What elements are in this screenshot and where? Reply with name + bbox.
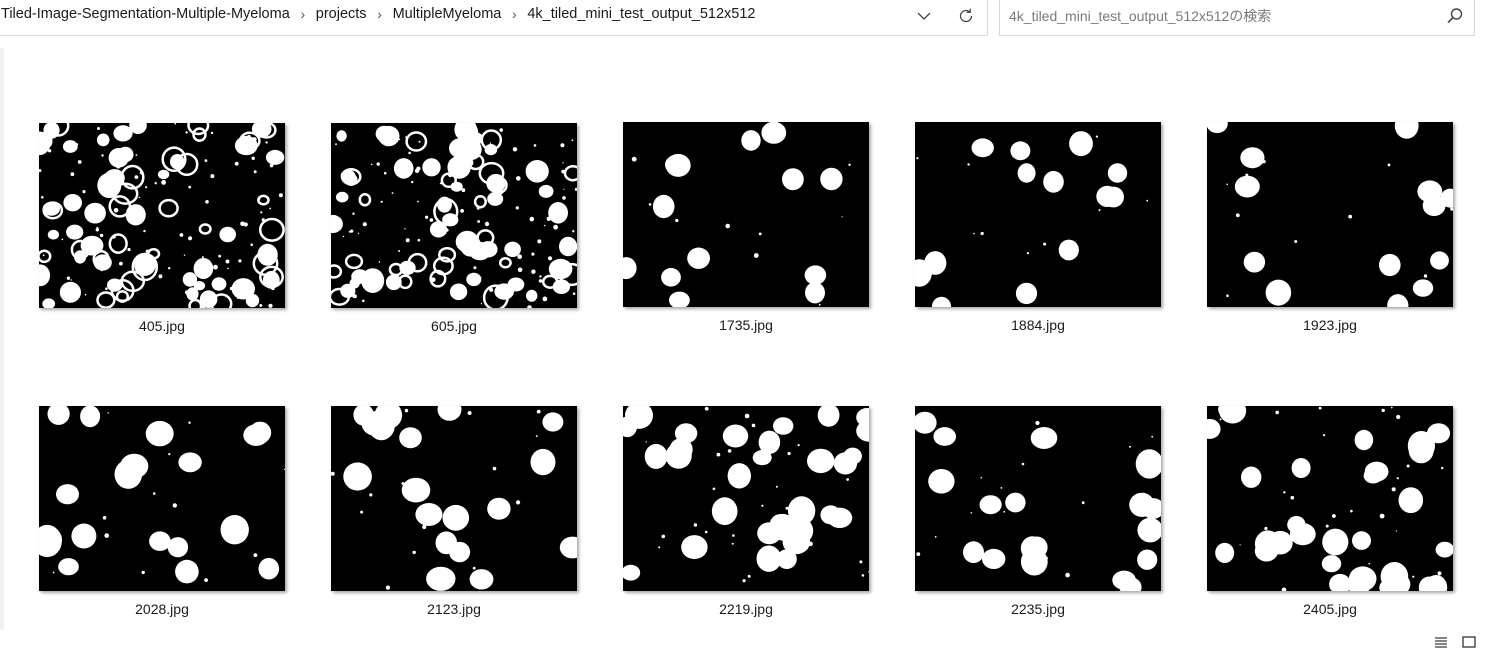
file-name-label: 2123.jpg (427, 601, 481, 617)
file-name-label: 1923.jpg (1303, 317, 1357, 333)
search-box[interactable]: 4k_tiled_mini_test_output_512x512の検索 (999, 0, 1475, 36)
thumbnail-image (331, 406, 577, 591)
file-item[interactable]: 1884.jpg (915, 122, 1161, 344)
large-icons-view-icon[interactable] (1461, 634, 1477, 650)
breadcrumb-chevron-icon[interactable]: › (503, 6, 525, 22)
address-history-dropdown-button[interactable] (903, 1, 945, 31)
address-bar[interactable]: Tiled-Image-Segmentation-Multiple-Myelom… (0, 0, 988, 36)
file-name-label: 2235.jpg (1011, 601, 1065, 617)
file-item[interactable]: 1923.jpg (1207, 122, 1453, 344)
breadcrumb-item-multiplemyeloma[interactable]: MultipleMyeloma (391, 6, 504, 22)
file-item[interactable]: 605.jpg (331, 123, 577, 345)
thumbnail-image (915, 122, 1161, 307)
breadcrumb-chevron-icon[interactable]: › (292, 6, 314, 22)
file-list: 405.jpg 605.jpg 1735.jpg 1884.jpg 1923.j… (0, 48, 1487, 630)
thumbnail-image (1207, 122, 1453, 307)
thumbnail-image (915, 406, 1161, 591)
file-item[interactable]: 2123.jpg (331, 406, 577, 628)
file-name-label: 2405.jpg (1303, 601, 1357, 617)
file-item[interactable]: 405.jpg (39, 123, 285, 345)
breadcrumb-item-projects[interactable]: projects (314, 6, 369, 22)
address-bar-actions (903, 1, 987, 31)
file-name-label: 605.jpg (431, 318, 477, 334)
file-name-label: 2219.jpg (719, 601, 773, 617)
thumbnail-image (39, 123, 285, 308)
file-item[interactable]: 1735.jpg (623, 122, 869, 344)
file-name-label: 1884.jpg (1011, 317, 1065, 333)
search-icon[interactable] (1446, 7, 1464, 25)
view-mode-buttons (1433, 632, 1477, 652)
file-name-label: 2028.jpg (135, 601, 189, 617)
thumbnail-image (623, 406, 869, 591)
chevron-down-icon (917, 12, 931, 20)
file-item[interactable]: 2235.jpg (915, 406, 1161, 628)
details-view-icon[interactable] (1433, 634, 1449, 650)
search-input[interactable]: 4k_tiled_mini_test_output_512x512の検索 (1009, 6, 1271, 26)
file-item[interactable]: 2405.jpg (1207, 406, 1453, 628)
breadcrumb-chevron-icon[interactable]: › (369, 6, 391, 22)
breadcrumb-item-root[interactable]: Tiled-Image-Segmentation-Multiple-Myelom… (0, 6, 292, 22)
thumbnail-image (623, 122, 869, 307)
thumbnail-image (1207, 406, 1453, 591)
file-name-label: 405.jpg (139, 318, 185, 334)
refresh-icon (959, 8, 973, 23)
thumbnail-image (39, 406, 285, 591)
file-item[interactable]: 2028.jpg (39, 406, 285, 628)
file-name-label: 1735.jpg (719, 317, 773, 333)
breadcrumb: Tiled-Image-Segmentation-Multiple-Myelom… (0, 4, 758, 24)
breadcrumb-item-current-folder[interactable]: 4k_tiled_mini_test_output_512x512 (525, 6, 757, 22)
top-bar: Tiled-Image-Segmentation-Multiple-Myelom… (0, 0, 1487, 36)
thumbnail-image (331, 123, 577, 308)
refresh-button[interactable] (945, 1, 987, 31)
file-item[interactable]: 2219.jpg (623, 406, 869, 628)
